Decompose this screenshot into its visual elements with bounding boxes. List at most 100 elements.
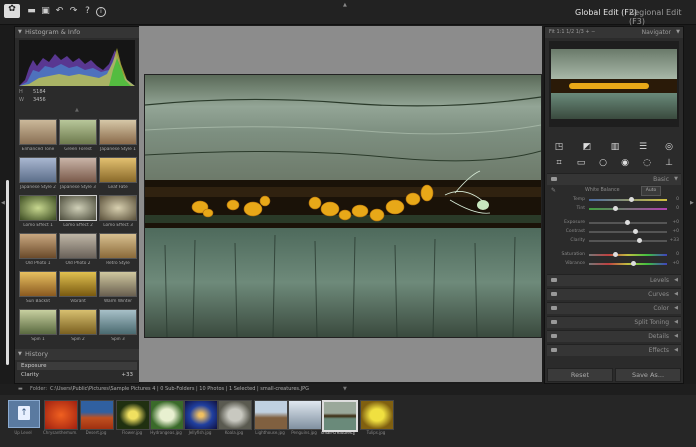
preset-item[interactable]: Japanese Style 1 — [99, 119, 137, 155]
history-item[interactable]: Exposure — [17, 362, 137, 370]
film-thumbnail[interactable] — [184, 400, 218, 430]
collapse-left-icon[interactable]: ◀ — [1, 200, 5, 206]
info-icon[interactable]: i — [96, 7, 106, 17]
preset-label: Spin 3 — [111, 337, 125, 342]
preset-item[interactable]: Japanese Style 2 — [19, 157, 57, 193]
curves-section-header[interactable]: Curves ◀ — [547, 288, 681, 300]
film-label: Flower.jpg — [121, 430, 143, 435]
reset-button[interactable]: Reset — [547, 368, 613, 382]
preset-label: Sun Backlit — [25, 299, 51, 304]
preset-item[interactable]: Old Photo 2 — [59, 233, 97, 269]
preset-item[interactable]: Spin 2 — [59, 309, 97, 345]
temp-slider[interactable]: Temp 0 — [549, 196, 679, 204]
preset-item[interactable]: Spin 1 — [19, 309, 57, 345]
filmstrip: ↑ Up Level Chrysanthemum.jpg Desert.jpg … — [0, 395, 696, 447]
exposure-slider[interactable]: Exposure +0 — [549, 219, 679, 227]
film-thumbnail[interactable] — [218, 400, 252, 430]
saturation-slider[interactable]: Saturation 0 — [549, 251, 679, 259]
preset-label: Japanese Style 2 — [20, 185, 56, 190]
preset-item[interactable]: Old Photo 1 — [19, 233, 57, 269]
film-thumbnail[interactable] — [360, 400, 394, 430]
collapse-top-icon[interactable]: ▲ — [343, 2, 347, 8]
app-logo-icon[interactable]: ✿ — [4, 4, 20, 18]
levels-section-header[interactable]: Levels ◀ — [547, 274, 681, 286]
contrast-slider[interactable]: Contrast +0 — [549, 228, 679, 236]
clarity-slider[interactable]: Clarity +33 — [549, 237, 679, 245]
red-eye-icon[interactable]: ◉ — [619, 157, 631, 169]
preset-item[interactable]: Lomo Effect 2 — [59, 195, 97, 231]
redo-icon[interactable]: ↷ — [68, 6, 79, 17]
histogram-header[interactable]: Histogram & Info — [15, 27, 139, 38]
preset-item[interactable]: Warm Winter — [99, 271, 137, 307]
undo-icon[interactable]: ↶ — [54, 6, 65, 17]
history-item[interactable]: Clarity +33 — [17, 371, 137, 379]
film-thumbnail-selected[interactable] — [322, 400, 358, 432]
circle-tool-icon[interactable]: ○ — [597, 157, 609, 169]
folder-icon[interactable]: ▬ — [18, 384, 23, 395]
slider-knob[interactable] — [613, 206, 618, 211]
film-thumbnail[interactable] — [254, 400, 288, 430]
open-folder-icon[interactable]: ▬ — [26, 6, 37, 17]
preset-item[interactable]: Lomo Effect 1 — [19, 195, 57, 231]
preset-thumbnail — [19, 119, 57, 145]
effects-section-header[interactable]: Effects ◀ — [547, 344, 681, 356]
vignette-icon[interactable]: ◌ — [641, 157, 653, 169]
vibrance-slider[interactable]: Vibrance +0 — [549, 260, 679, 268]
navigator-preview[interactable] — [549, 41, 679, 127]
folder-path[interactable]: C:\Users\Public\Pictures\Sample Pictures… — [50, 384, 309, 395]
chevron-left-icon: ◀ — [674, 333, 678, 339]
film-label: Jellyfish.jpg — [188, 430, 212, 435]
resize-icon[interactable]: ▭ — [575, 157, 587, 169]
slider-knob[interactable] — [631, 261, 636, 266]
preset-item[interactable]: Enhanced Tone — [19, 119, 57, 155]
scroll-up-icon[interactable]: ▲ — [75, 107, 79, 113]
slider-knob[interactable] — [625, 220, 630, 225]
preset-item[interactable]: Japanese Style 3 — [59, 157, 97, 193]
tint-slider[interactable]: Tint 0 — [549, 205, 679, 213]
preset-item[interactable]: Green Forest — [59, 119, 97, 155]
main-photo[interactable] — [144, 74, 542, 338]
clone-stamp-icon[interactable]: ⊥ — [663, 157, 675, 169]
up-level-button[interactable]: ↑ — [8, 400, 40, 428]
compare-icon[interactable]: ▥ — [609, 141, 621, 153]
zoom-options[interactable]: Fit 1:1 1/2 1/3 + − — [549, 27, 595, 38]
chevron-down-icon[interactable]: ▼ — [676, 27, 680, 38]
color-section-header[interactable]: Color ◀ — [547, 302, 681, 314]
preset-item[interactable]: Spin 3 — [99, 309, 137, 345]
film-thumbnail[interactable] — [288, 400, 322, 430]
help-icon[interactable]: ? — [82, 6, 93, 17]
tab-global-edit[interactable]: Global Edit (F2) — [575, 8, 637, 17]
collapse-bottom-icon[interactable]: ▼ — [343, 384, 347, 395]
layers-icon[interactable]: ☰ — [637, 141, 649, 153]
eyedropper-icon[interactable]: ✎ — [551, 187, 556, 194]
collapse-right-icon[interactable]: ▶ — [690, 200, 694, 206]
save-as-button[interactable]: Save As... — [615, 368, 681, 382]
film-thumbnail[interactable] — [150, 400, 184, 430]
preset-item[interactable]: Lomo Effect 3 — [99, 195, 137, 231]
preset-item[interactable]: Vibrant — [59, 271, 97, 307]
film-thumbnail[interactable] — [44, 400, 78, 430]
crop-rotate-icon[interactable]: ◳ — [553, 141, 565, 153]
film-thumbnail[interactable] — [116, 400, 150, 430]
history-header[interactable]: History — [15, 349, 139, 360]
preset-item[interactable]: Leaf Fate — [99, 157, 137, 193]
left-scrollbar[interactable] — [6, 180, 9, 365]
straighten-icon[interactable]: ◩ — [581, 141, 593, 153]
slider-knob[interactable] — [633, 229, 638, 234]
slider-knob[interactable] — [637, 238, 642, 243]
crop-icon[interactable]: ⌗ — [553, 157, 565, 169]
save-icon[interactable]: ▣ — [40, 6, 51, 17]
slider-value: +33 — [669, 238, 680, 243]
film-thumbnail[interactable] — [80, 400, 114, 430]
section-toggle[interactable] — [551, 177, 557, 181]
slider-knob[interactable] — [629, 197, 634, 202]
details-section-header[interactable]: Details ◀ — [547, 330, 681, 342]
target-icon[interactable]: ◎ — [663, 141, 675, 153]
split-toning-section-header[interactable]: Split Toning ◀ — [547, 316, 681, 328]
auto-white-balance-button[interactable]: Auto — [641, 186, 661, 196]
preset-item[interactable]: Retro Style — [99, 233, 137, 269]
slider-knob[interactable] — [613, 252, 618, 257]
preset-item[interactable]: Sun Backlit — [19, 271, 57, 307]
tab-regional-edit[interactable]: Regional Edit (F3) — [629, 8, 696, 26]
basic-section-header[interactable]: Basic ▼ — [547, 173, 681, 185]
